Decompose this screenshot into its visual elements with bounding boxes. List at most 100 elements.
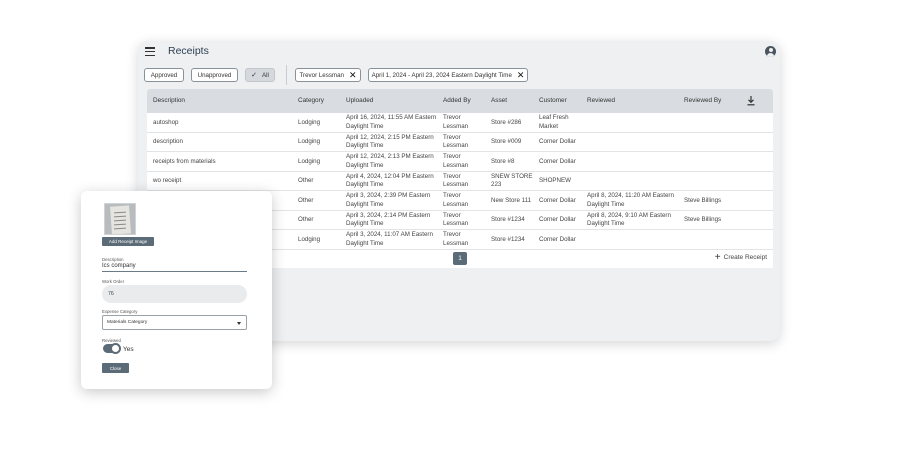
- cell-description: receipts from materials: [153, 157, 216, 165]
- cell-reviewed-by: [684, 152, 764, 172]
- close-icon[interactable]: ✕: [517, 70, 525, 80]
- check-icon: ✓: [251, 72, 257, 79]
- description-label: Description: [102, 257, 124, 262]
- col-reviewed-by[interactable]: Reviewed By: [684, 89, 721, 113]
- cell-reviewed: April 8, 2024, 9:10 AM Eastern Daylight …: [587, 211, 671, 228]
- cell-added-by: Trevor Lessman: [443, 211, 469, 228]
- plus-icon: +: [714, 251, 721, 263]
- cell-category: Other: [298, 216, 314, 223]
- cell-added-by: Trevor Lessman: [443, 114, 469, 130]
- account-icon[interactable]: [765, 46, 776, 57]
- cell-category: Other: [298, 196, 314, 204]
- cell-uploaded: April 3, 2024, 11:07 AM Eastern Daylight…: [346, 231, 433, 247]
- description-underline: [102, 271, 247, 272]
- create-receipt-label: Create Receipt: [723, 254, 767, 261]
- filter-all[interactable]: ✓ All: [245, 68, 275, 82]
- create-receipt-button[interactable]: + Create Receipt: [714, 251, 767, 263]
- cell-uploaded: April 3, 2024, 2:39 PM Eastern Daylight …: [346, 192, 431, 208]
- cell-added-by: Trevor Lessman: [443, 231, 469, 247]
- cell-asset: New Store 111: [491, 196, 532, 204]
- col-uploaded[interactable]: Uploaded: [346, 89, 373, 113]
- reviewed-toggle-label: Yes: [123, 346, 134, 353]
- filter-user-chip[interactable]: Trevor Lessman ✕: [295, 68, 361, 82]
- col-description[interactable]: Description: [153, 89, 185, 113]
- receipt-detail-dialog: Add Receipt Image Description Ics compan…: [81, 191, 272, 389]
- cell-added-by: Trevor Lessman: [443, 133, 469, 150]
- col-asset[interactable]: Asset: [491, 89, 507, 113]
- cell-uploaded: April 12, 2024, 2:15 PM Eastern Daylight…: [346, 133, 434, 150]
- table-row[interactable]: wo receipt Other April 4, 2024, 12:04 PM E…: [147, 171, 773, 192]
- cell-category: Lodging: [298, 138, 321, 145]
- cell-category: Lodging: [298, 157, 321, 165]
- description-field[interactable]: Ics company: [102, 263, 136, 269]
- col-reviewed[interactable]: Reviewed: [587, 89, 615, 113]
- add-receipt-image-button[interactable]: Add Receipt Image: [102, 237, 154, 246]
- work-order-field[interactable]: 76: [102, 285, 247, 303]
- col-category[interactable]: Category: [298, 89, 324, 113]
- page-button-current[interactable]: 1: [453, 251, 467, 265]
- cell-asset: Store #009: [491, 138, 522, 145]
- page-title: Receipts: [168, 45, 209, 57]
- cell-uploaded: April 4, 2024, 12:04 PM Eastern Daylight…: [346, 172, 434, 189]
- menu-icon[interactable]: [145, 47, 155, 56]
- cell-reviewed-by: [684, 113, 764, 133]
- cell-reviewed-by: [684, 133, 764, 153]
- cell-description: wo receipt: [153, 177, 182, 184]
- expense-category-value: Materials Category: [107, 320, 148, 325]
- cell-description: autoshop: [153, 118, 179, 126]
- cell-reviewed: [587, 172, 683, 192]
- filter-unapproved[interactable]: Unapproved: [191, 68, 238, 82]
- expense-category-select[interactable]: Materials Category: [102, 315, 247, 330]
- filter-date-chip[interactable]: April 1, 2024 - April 23, 2024 Eastern D…: [368, 68, 528, 82]
- table-row[interactable]: description Lodging April 12, 2024, 2:15 P…: [147, 132, 773, 153]
- cell-uploaded: April 16, 2024, 11:55 AM Eastern Dayligh…: [346, 114, 437, 130]
- cell-customer: Corner Dollar: [539, 235, 576, 243]
- cell-asset: Store #8: [491, 157, 515, 165]
- receipt-thumbnail[interactable]: [104, 203, 136, 235]
- close-icon[interactable]: ✕: [349, 70, 357, 80]
- reviewed-toggle[interactable]: [103, 343, 121, 354]
- cell-added-by: Trevor Lessman: [443, 172, 469, 189]
- filter-date-label: April 1, 2024 - April 23, 2024 Eastern D…: [371, 71, 512, 79]
- cell-reviewed-by: Steve Billings: [684, 216, 722, 223]
- table-row[interactable]: receipts from materials Lodging April 12, …: [147, 152, 773, 172]
- col-customer[interactable]: Customer: [539, 89, 567, 113]
- filter-all-label: All: [262, 71, 269, 79]
- cell-added-by: Trevor Lessman: [443, 153, 469, 169]
- caret-down-icon: [237, 322, 241, 325]
- cell-reviewed: April 8, 2024, 11:20 AM Eastern Daylight…: [587, 192, 674, 208]
- download-icon[interactable]: [747, 96, 755, 106]
- cell-asset: Store #1234: [491, 235, 525, 243]
- cell-customer: Corner Dollar: [539, 157, 576, 165]
- work-order-label: Work Order: [102, 279, 125, 284]
- cell-description: description: [153, 138, 183, 145]
- cell-asset: SNEW STORE 223: [491, 172, 533, 189]
- cell-category: Lodging: [298, 235, 321, 243]
- cell-reviewed: [587, 152, 683, 172]
- reviewed-label: Reviewed: [102, 338, 121, 343]
- table-header: Description Category Uploaded Added By A…: [147, 89, 773, 113]
- top-bar: Receipts: [138, 41, 780, 63]
- cell-reviewed: [587, 133, 683, 153]
- table-row[interactable]: autoshop Lodging April 16, 2024, 11:55 AM …: [147, 113, 773, 133]
- cell-asset: Store #1234: [491, 216, 525, 223]
- cell-reviewed-by: Steve Billings: [684, 196, 722, 204]
- filter-user-label: Trevor Lessman: [299, 71, 344, 79]
- expense-category-label: Expense Category: [102, 309, 138, 314]
- close-button[interactable]: Close: [102, 363, 129, 373]
- cell-reviewed: [587, 113, 683, 133]
- cell-customer: Corner Dollar: [539, 196, 576, 204]
- cell-customer: Leaf Fresh Market: [539, 114, 569, 130]
- cell-asset: Store #286: [491, 118, 522, 126]
- cell-category: Lodging: [298, 118, 321, 126]
- cell-customer: Corner Dollar: [539, 216, 576, 223]
- divider: [286, 65, 287, 85]
- cell-reviewed-by: [684, 172, 764, 192]
- cell-customer: SHOPNEW: [539, 177, 571, 184]
- cell-customer: Corner Dollar: [539, 138, 576, 145]
- cell-uploaded: April 3, 2024, 2:14 PM Eastern Daylight …: [346, 211, 431, 228]
- filter-approved[interactable]: Approved: [144, 68, 184, 82]
- col-added-by[interactable]: Added By: [443, 89, 471, 113]
- cell-uploaded: April 12, 2024, 2:13 PM Eastern Daylight…: [346, 153, 434, 169]
- cell-added-by: Trevor Lessman: [443, 192, 469, 208]
